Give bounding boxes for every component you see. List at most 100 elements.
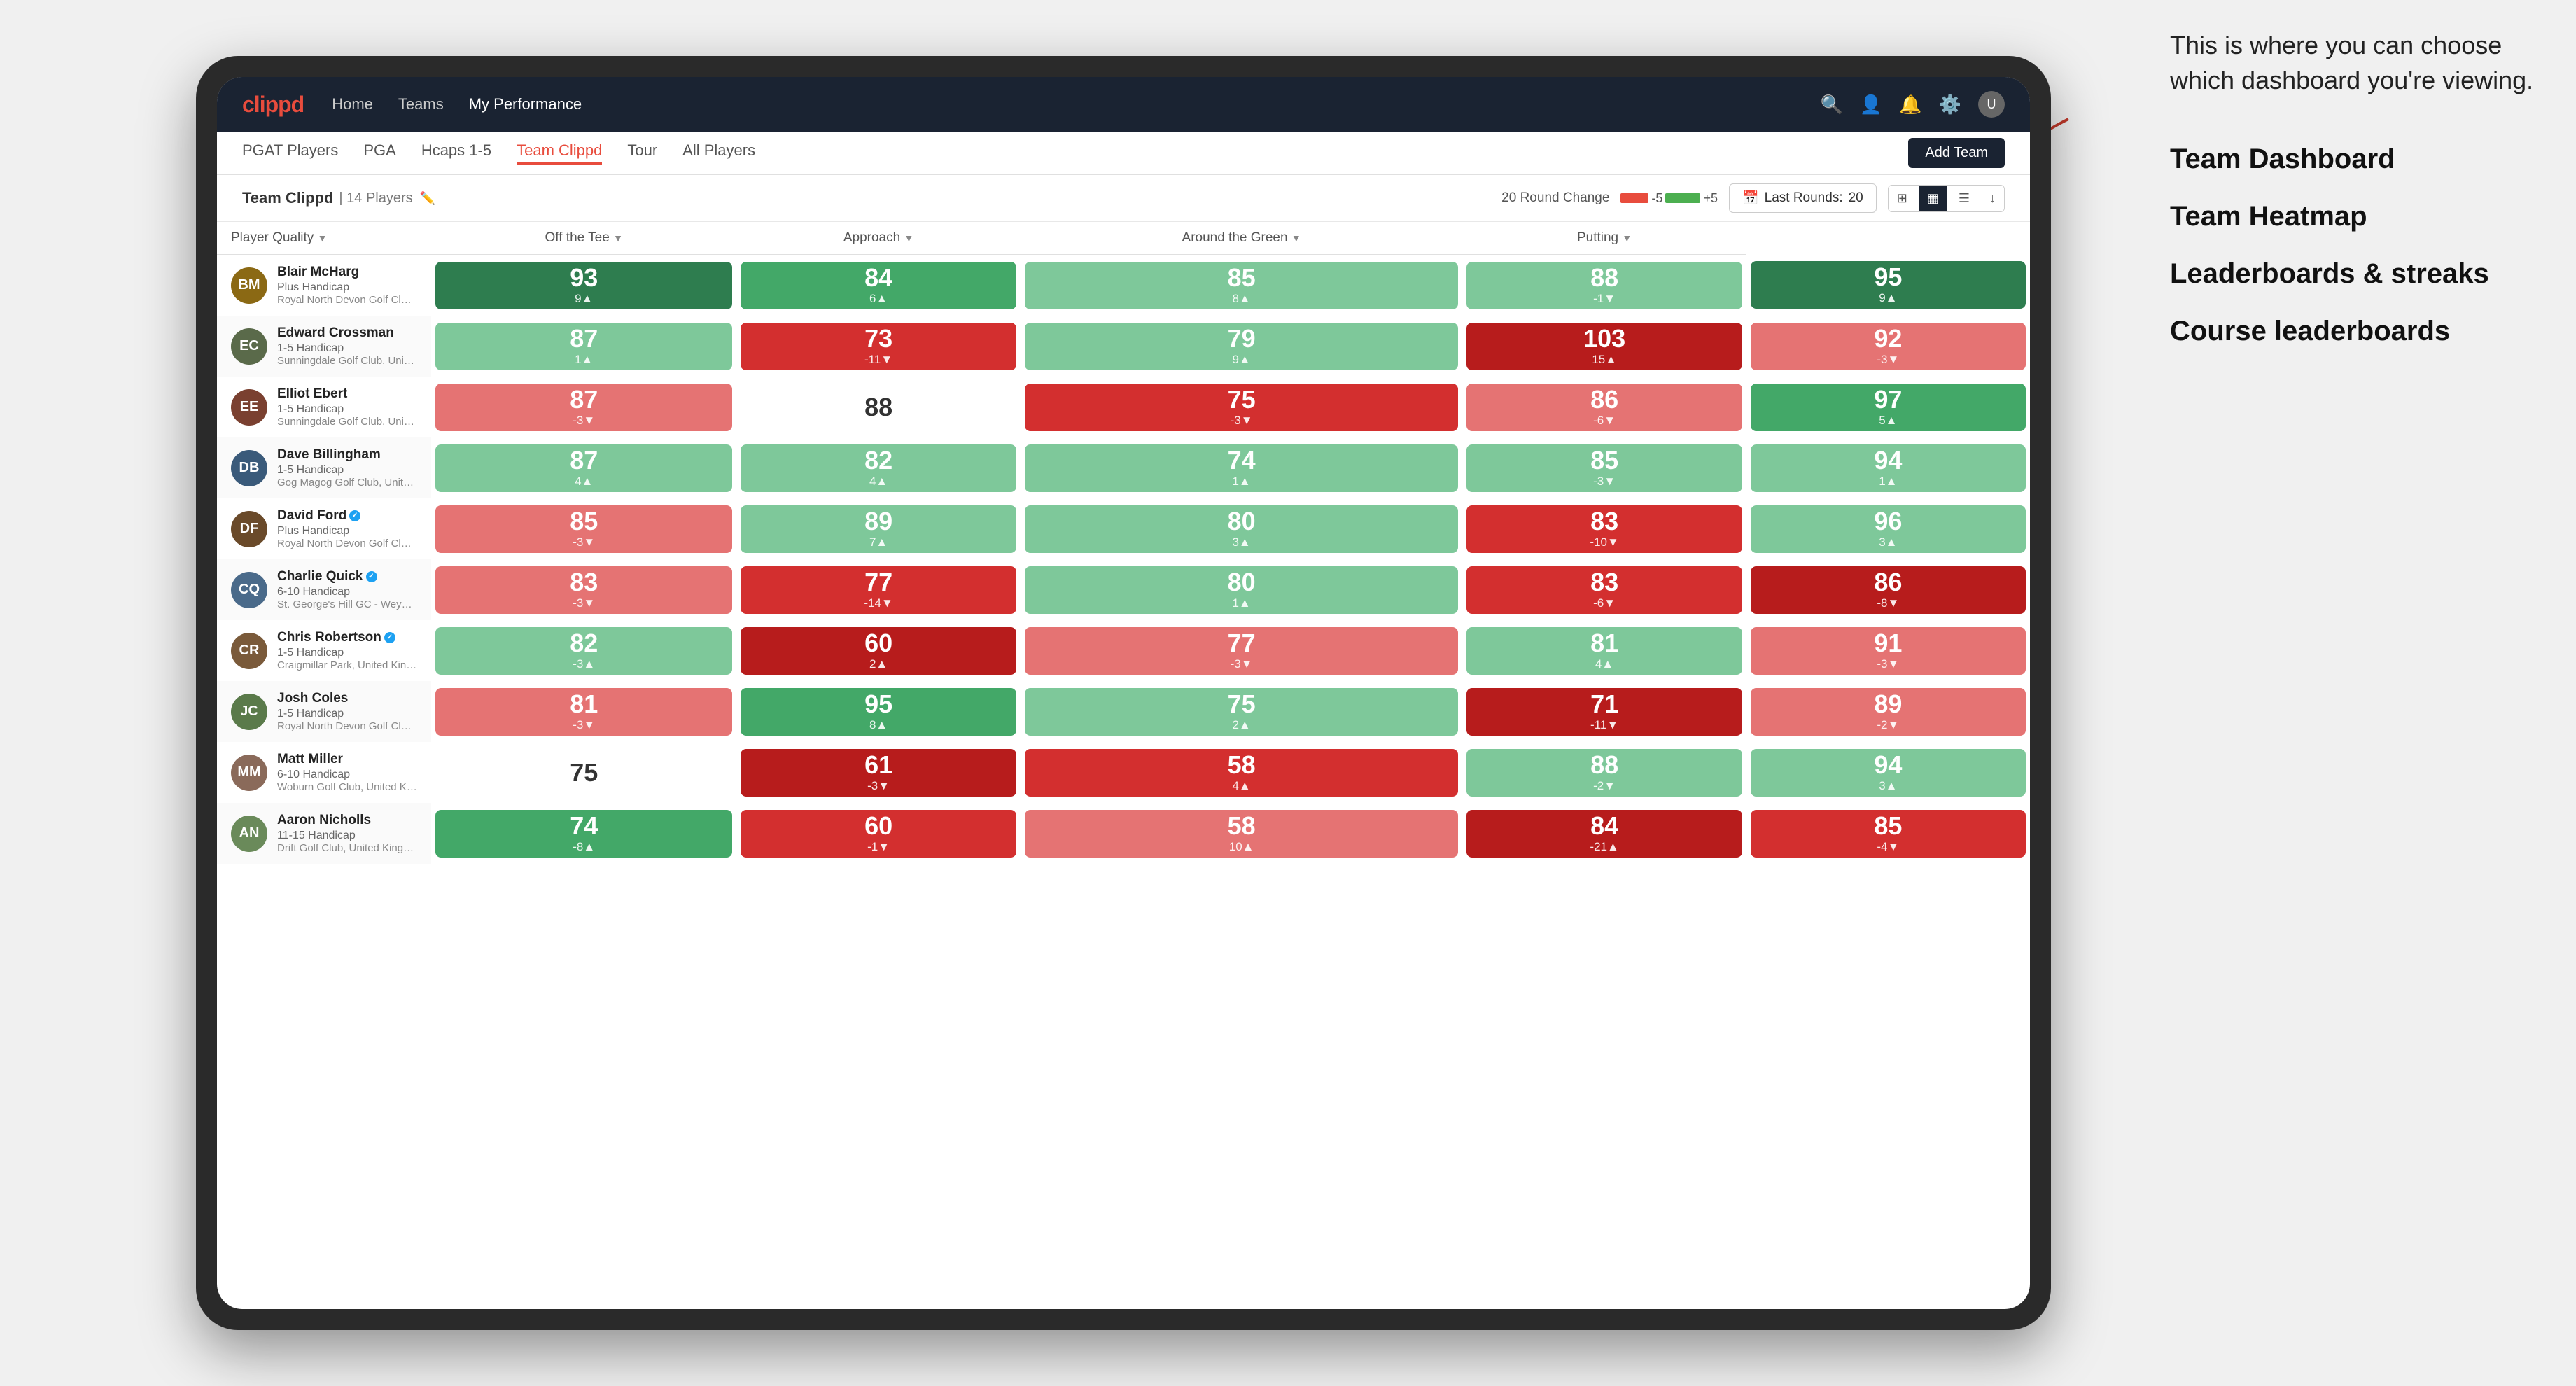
- subnav-tour[interactable]: Tour: [627, 141, 657, 164]
- score-change: 3▲: [1879, 779, 1897, 793]
- nav-icons: 🔍 👤 🔔 ⚙️ U: [1821, 91, 2005, 118]
- player-cell-3[interactable]: DB Dave Billingham 1-5 Handicap Gog Mago…: [217, 438, 431, 498]
- score-value: 96: [1874, 509, 1902, 534]
- sort-arrow-3[interactable]: ▼: [1292, 232, 1301, 244]
- score-value: 83: [1590, 570, 1618, 595]
- score-cell-5-2: 80 1▲: [1021, 559, 1463, 620]
- player-handicap: 1-5 Handicap: [277, 464, 417, 477]
- player-handicap: 11-15 Handicap: [277, 830, 417, 842]
- sort-arrow-1[interactable]: ▼: [613, 232, 623, 244]
- player-cell-9[interactable]: AN Aaron Nicholls 11-15 Handicap Drift G…: [217, 803, 431, 864]
- score-cell-4-0: 85 -3▼: [431, 498, 736, 559]
- score-box: 74 -8▲: [435, 810, 732, 858]
- score-cell-6-2: 77 -3▼: [1021, 620, 1463, 681]
- score-box: 85 8▲: [1025, 262, 1459, 309]
- player-cell-2[interactable]: EE Elliot Ebert 1-5 Handicap Sunningdale…: [217, 377, 431, 438]
- team-count: | 14 Players: [339, 190, 412, 206]
- player-name: Josh Coles: [277, 691, 417, 706]
- score-cell-0-4: 95 9▲: [1746, 255, 2030, 316]
- nav-home[interactable]: Home: [332, 95, 373, 113]
- player-info: BM Blair McHarg Plus Handicap Royal Nort…: [231, 265, 417, 306]
- annotation-area: This is where you can choose which dashb…: [2170, 28, 2534, 370]
- score-box: 81 -3▼: [435, 688, 732, 736]
- score-value: 95: [864, 692, 892, 717]
- score-box: 82 4▲: [741, 444, 1016, 492]
- nav-teams[interactable]: Teams: [398, 95, 444, 113]
- filter-controls: 20 Round Change -5 +5 📅 Last Rounds: 20 …: [1502, 183, 2005, 213]
- last-rounds-button[interactable]: 📅 Last Rounds: 20: [1729, 183, 1877, 213]
- verified-icon: ✓: [384, 632, 396, 643]
- score-box: 80 1▲: [1025, 566, 1459, 614]
- player-cell-4[interactable]: DF David Ford✓ Plus Handicap Royal North…: [217, 498, 431, 559]
- player-avatar: CQ: [231, 572, 267, 608]
- sort-arrow-2[interactable]: ▼: [904, 232, 913, 244]
- team-name: Team Clippd: [242, 189, 333, 207]
- player-handicap: 1-5 Handicap: [277, 342, 417, 355]
- score-box: 94 1▲: [1751, 444, 2026, 492]
- player-cell-0[interactable]: BM Blair McHarg Plus Handicap Royal Nort…: [217, 255, 431, 316]
- list-view-button[interactable]: ☰: [1950, 186, 1978, 211]
- score-value: 86: [1874, 570, 1902, 595]
- verified-icon: ✓: [349, 510, 360, 522]
- score-cell-9-4: 85 -4▼: [1746, 803, 2030, 864]
- score-value: 88: [864, 395, 892, 420]
- score-value: 89: [1874, 692, 1902, 717]
- player-info: CQ Charlie Quick✓ 6-10 Handicap St. Geor…: [231, 569, 417, 610]
- player-name: Chris Robertson✓: [277, 630, 417, 645]
- user-icon[interactable]: 👤: [1860, 94, 1882, 115]
- score-value: 58: [1228, 752, 1256, 778]
- round-change-bar: -5 +5: [1620, 191, 1718, 206]
- score-change: 5▲: [1879, 414, 1897, 428]
- player-club: Woburn Golf Club, United Kingdom: [277, 781, 417, 793]
- score-box: 96 3▲: [1751, 505, 2026, 553]
- score-cell-3-1: 82 4▲: [736, 438, 1020, 498]
- score-change: -3▼: [1231, 414, 1253, 428]
- score-cell-5-0: 83 -3▼: [431, 559, 736, 620]
- score-change: -3▼: [573, 718, 595, 732]
- settings-icon[interactable]: ⚙️: [1939, 94, 1961, 115]
- score-change: -2▼: [1593, 779, 1616, 793]
- subnav-all-players[interactable]: All Players: [682, 141, 755, 164]
- player-cell-1[interactable]: EC Edward Crossman 1-5 Handicap Sunningd…: [217, 316, 431, 377]
- player-name: Edward Crossman: [277, 326, 417, 341]
- score-value: 75: [1228, 692, 1256, 717]
- score-box: 77 -3▼: [1025, 627, 1459, 675]
- player-cell-8[interactable]: MM Matt Miller 6-10 Handicap Woburn Golf…: [217, 742, 431, 803]
- score-change: -3▼: [1877, 353, 1899, 367]
- subnav-pgat[interactable]: PGAT Players: [242, 141, 338, 164]
- player-cell-7[interactable]: JC Josh Coles 1-5 Handicap Royal North D…: [217, 681, 431, 742]
- download-button[interactable]: ↓: [1981, 186, 2004, 211]
- tablet-screen: clippd Home Teams My Performance 🔍 👤 🔔 ⚙…: [217, 77, 2030, 1309]
- score-change: -2▼: [1877, 718, 1899, 732]
- view-icons: ⊞ ▦ ☰ ↓: [1888, 185, 2005, 212]
- add-team-button[interactable]: Add Team: [1908, 138, 2005, 168]
- sort-arrow-4[interactable]: ▼: [1622, 232, 1632, 244]
- nav-my-performance[interactable]: My Performance: [469, 95, 582, 113]
- search-icon[interactable]: 🔍: [1821, 94, 1843, 115]
- subnav-team-clippd[interactable]: Team Clippd: [517, 141, 602, 164]
- bell-icon[interactable]: 🔔: [1899, 94, 1921, 115]
- score-box: 103 15▲: [1466, 323, 1742, 370]
- player-info: DB Dave Billingham 1-5 Handicap Gog Mago…: [231, 447, 417, 489]
- grid-view-button[interactable]: ⊞: [1889, 186, 1916, 211]
- score-change: -1▼: [1593, 292, 1616, 306]
- heatmap-view-button[interactable]: ▦: [1919, 186, 1947, 211]
- player-avatar: EC: [231, 328, 267, 365]
- player-cell-6[interactable]: CR Chris Robertson✓ 1-5 Handicap Craigmi…: [217, 620, 431, 681]
- player-info: CR Chris Robertson✓ 1-5 Handicap Craigmi…: [231, 630, 417, 671]
- subnav-pga[interactable]: PGA: [363, 141, 396, 164]
- sort-arrow-0[interactable]: ▼: [318, 232, 328, 244]
- score-change: 4▲: [1232, 779, 1250, 793]
- table-row: CR Chris Robertson✓ 1-5 Handicap Craigmi…: [217, 620, 2030, 681]
- player-info: AN Aaron Nicholls 11-15 Handicap Drift G…: [231, 813, 417, 854]
- score-box: 93 9▲: [435, 262, 732, 309]
- subnav-hcaps[interactable]: Hcaps 1-5: [421, 141, 491, 164]
- score-cell-7-1: 95 8▲: [736, 681, 1020, 742]
- player-cell-5[interactable]: CQ Charlie Quick✓ 6-10 Handicap St. Geor…: [217, 559, 431, 620]
- table-row: DF David Ford✓ Plus Handicap Royal North…: [217, 498, 2030, 559]
- score-box: 87 1▲: [435, 323, 732, 370]
- score-box: 77 -14▼: [741, 566, 1016, 614]
- edit-icon[interactable]: ✏️: [420, 191, 435, 206]
- score-cell-6-3: 81 4▲: [1462, 620, 1746, 681]
- avatar[interactable]: U: [1978, 91, 2005, 118]
